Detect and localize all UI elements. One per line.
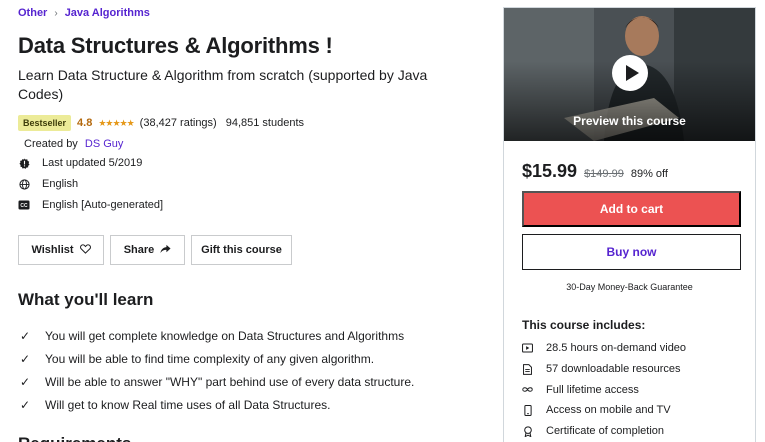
wishlist-label: Wishlist — [31, 244, 74, 256]
share-arrow-icon — [160, 244, 171, 257]
created-by-label: Created by — [24, 138, 78, 150]
globe-icon — [18, 178, 30, 190]
learn-item: ✓ You will be able to find time complexit… — [19, 351, 375, 366]
svg-text:CC: CC — [20, 203, 28, 209]
includes-item: Full lifetime access — [522, 379, 686, 400]
breadcrumb-item-other[interactable]: Other — [18, 7, 47, 19]
rating-row: Bestseller 4.8 ★★★★★ (38,427 ratings) 94… — [18, 115, 304, 131]
last-updated-row: Last updated 5/2019 — [18, 157, 142, 169]
certificate-icon — [522, 425, 533, 437]
gift-course-button[interactable]: Gift this course — [191, 235, 292, 265]
includes-item: Access on mobile and TV — [522, 400, 686, 421]
current-price: $15.99 — [522, 161, 578, 181]
infinity-icon — [522, 384, 533, 395]
captions-row: CC English [Auto-generated] — [18, 199, 163, 211]
what-you-learn-title: What you'll learn — [18, 290, 154, 309]
add-to-cart-button[interactable]: Add to cart — [522, 191, 741, 227]
heart-icon — [79, 243, 91, 257]
breadcrumb: Other › Java Algorithms — [18, 7, 150, 19]
original-price: $149.99 — [584, 168, 624, 180]
check-icon: ✓ — [19, 397, 31, 412]
last-updated-text: Last updated 5/2019 — [42, 157, 143, 169]
course-preview[interactable]: Preview this course — [504, 8, 755, 141]
language-text: English — [42, 178, 79, 190]
share-button[interactable]: Share — [110, 235, 185, 265]
video-icon — [522, 343, 533, 354]
course-title: Data Structures & Algorithms ! — [18, 33, 333, 58]
rating-value: 4.8 — [77, 117, 93, 129]
students-count: 94,851 students — [225, 117, 305, 129]
includes-list: 28.5 hours on-demand video 57 downloadab… — [522, 338, 686, 441]
file-icon — [522, 363, 533, 375]
check-icon: ✓ — [19, 374, 31, 389]
mobile-icon — [522, 404, 533, 416]
purchase-card: Preview this course $15.99 $149.99 89% o… — [503, 7, 756, 442]
play-icon[interactable] — [612, 55, 648, 91]
includes-item: 57 downloadable resources — [522, 359, 686, 380]
gift-label: Gift this course — [201, 244, 282, 256]
check-icon: ✓ — [19, 351, 31, 366]
wishlist-button[interactable]: Wishlist — [18, 235, 104, 265]
author-link[interactable]: DS Guy — [85, 138, 124, 150]
price-row: $15.99 $149.99 89% off — [522, 161, 668, 182]
ratings-count-link[interactable]: (38,427 ratings) — [140, 117, 217, 129]
star-rating-icon: ★★★★★ — [98, 117, 134, 128]
requirements-title: Requirements — [18, 434, 131, 442]
discount-percent: 89% off — [630, 168, 668, 180]
learn-item: ✓ Will get to know Real time uses of all … — [19, 397, 331, 412]
breadcrumb-item-java-algorithms[interactable]: Java Algorithms — [65, 7, 150, 19]
share-label: Share — [123, 244, 155, 256]
money-back-guarantee: 30-Day Money-Back Guarantee — [566, 282, 693, 292]
bestseller-badge: Bestseller — [18, 115, 72, 131]
language-row: English — [18, 178, 78, 190]
includes-item: Certificate of completion — [522, 421, 686, 442]
captions-text: English [Auto-generated] — [42, 199, 164, 211]
alert-badge-icon — [18, 157, 30, 169]
preview-label[interactable]: Preview this course — [504, 114, 755, 128]
closed-captions-icon: CC — [18, 199, 30, 211]
course-subtitle: Learn Data Structure & Algorithm from sc… — [18, 67, 428, 102]
check-icon: ✓ — [19, 328, 31, 343]
learn-item: ✓ You will get complete knowledge on Data… — [19, 328, 405, 343]
buy-now-button[interactable]: Buy now — [522, 234, 741, 270]
learn-list: ✓ You will get complete knowledge on Data… — [18, 324, 414, 416]
learn-item: ✓ Will be able to answer "WHY" part behin… — [19, 374, 415, 389]
includes-title: This course includes: — [522, 318, 646, 332]
created-by: Created by DS Guy — [24, 138, 123, 150]
breadcrumb-separator-icon: › — [54, 7, 58, 19]
includes-item: 28.5 hours on-demand video — [522, 338, 686, 359]
